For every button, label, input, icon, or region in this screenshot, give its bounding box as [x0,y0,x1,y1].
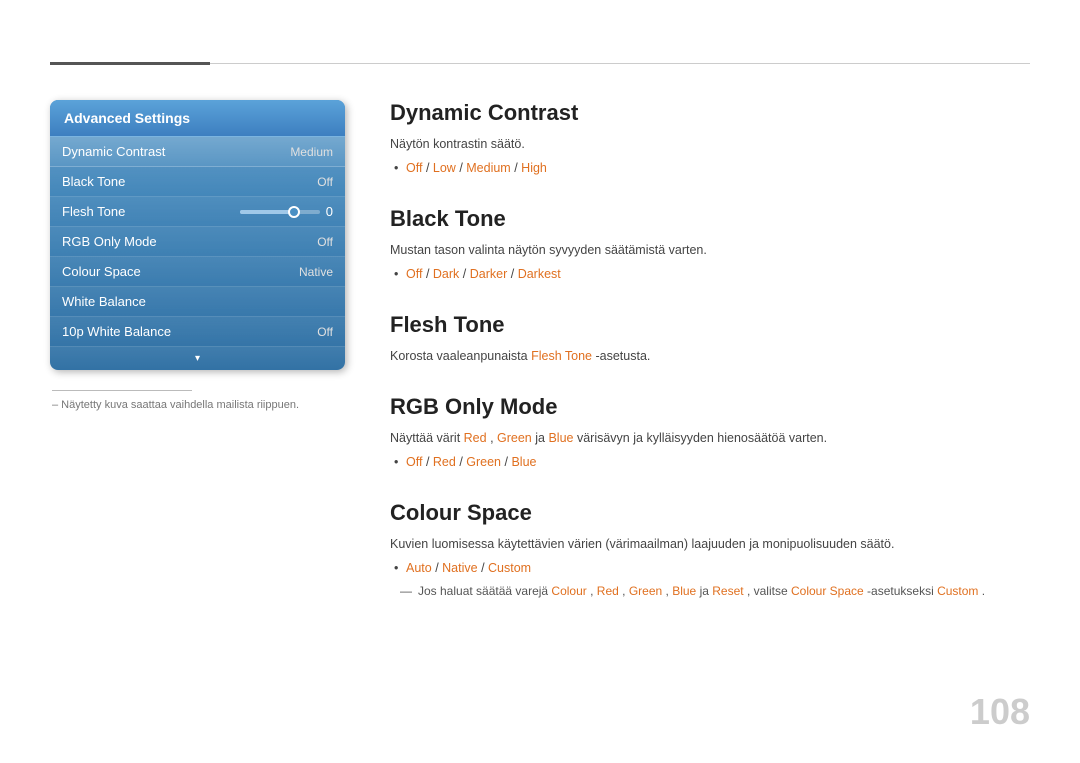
section-body-dynamic-contrast: Näytön kontrastin säätö. Off / Low / Med… [390,134,1030,178]
top-line-dark [50,62,210,65]
rgb-red-highlight: Red [464,431,487,445]
section-title-black-tone: Black Tone [390,206,1030,232]
settings-row-dynamic-contrast[interactable]: Dynamic Contrast Medium [50,137,345,167]
settings-row-white-balance[interactable]: White Balance [50,287,345,317]
cs-note-custom: Custom [937,584,978,598]
option-auto-cs: Auto [406,561,432,575]
rgb-green-highlight: Green [497,431,532,445]
option-off-dc: Off [406,161,422,175]
settings-scroll-down[interactable]: ▾ [50,347,345,370]
section-desc-colour-space: Kuvien luomisessa käytettävien värien (v… [390,534,1030,554]
flesh-tone-slider-area[interactable]: 0 [240,204,333,219]
option-blue-rgb: Blue [511,455,536,469]
option-red-rgb: Red [433,455,456,469]
section-rgb-only-mode: RGB Only Mode Näyttää värit Red , Green … [390,394,1030,472]
cs-note-colour-space: Colour Space [791,584,864,598]
section-desc-rgb-only-mode: Näyttää värit Red , Green ja Blue värisä… [390,428,1030,448]
settings-row-10p-white-balance[interactable]: 10p White Balance Off [50,317,345,347]
section-title-rgb-only-mode: RGB Only Mode [390,394,1030,420]
section-options-dynamic-contrast: Off / Low / Medium / High [390,158,1030,178]
settings-row-value-colour-space: Native [299,265,333,279]
settings-row-label-rgb-only-mode: RGB Only Mode [62,234,157,249]
advanced-settings-box: Advanced Settings Dynamic Contrast Mediu… [50,100,345,370]
panel-note: – Näytetty kuva saattaa vaihdella mailis… [50,390,345,411]
option-custom-cs: Custom [488,561,531,575]
section-desc-flesh-tone: Korosta vaaleanpunaista Flesh Tone -aset… [390,346,1030,366]
option-native-cs: Native [442,561,477,575]
section-options-black-tone: Off / Dark / Darker / Darkest [390,264,1030,284]
settings-row-label-black-tone: Black Tone [62,174,125,189]
settings-row-label-colour-space: Colour Space [62,264,141,279]
section-title-flesh-tone: Flesh Tone [390,312,1030,338]
top-line-light [210,63,1030,64]
panel-note-divider [52,390,192,391]
colour-space-indent-note: Jos haluat säätää varejä Colour , Red , … [390,582,1030,601]
settings-row-value-black-tone: Off [317,175,333,189]
settings-panel-title: Advanced Settings [50,100,345,137]
option-dark-bt: Dark [433,267,459,281]
section-options-rgb: Off / Red / Green / Blue [390,452,1030,472]
settings-row-black-tone[interactable]: Black Tone Off [50,167,345,197]
settings-row-label-white-balance: White Balance [62,294,146,309]
flesh-tone-slider-thumb [288,206,300,218]
section-flesh-tone: Flesh Tone Korosta vaaleanpunaista Flesh… [390,312,1030,366]
rgb-blue-highlight: Blue [548,431,573,445]
separator-dc-1: / [426,161,433,175]
option-green-rgb: Green [466,455,501,469]
cs-note-colour: Colour [551,584,586,598]
section-body-rgb-only-mode: Näyttää värit Red , Green ja Blue värisä… [390,428,1030,472]
settings-row-rgb-only-mode[interactable]: RGB Only Mode Off [50,227,345,257]
settings-row-value-flesh-tone: 0 [326,204,333,219]
option-darkest-bt: Darkest [518,267,561,281]
option-off-rgb: Off [406,455,422,469]
settings-row-value-rgb-only-mode: Off [317,235,333,249]
section-body-black-tone: Mustan tason valinta näytön syvyyden sää… [390,240,1030,284]
cs-note-reset: Reset [712,584,743,598]
settings-row-label-10p-white-balance: 10p White Balance [62,324,171,339]
settings-row-colour-space[interactable]: Colour Space Native [50,257,345,287]
settings-row-label-dynamic-contrast: Dynamic Contrast [62,144,165,159]
section-colour-space: Colour Space Kuvien luomisessa käytettäv… [390,500,1030,601]
section-options-colour-space: Auto / Native / Custom [390,558,1030,578]
chevron-down-icon: ▾ [195,353,200,364]
settings-row-label-flesh-tone: Flesh Tone [62,204,125,219]
settings-row-value-dynamic-contrast: Medium [290,145,333,159]
section-body-colour-space: Kuvien luomisessa käytettävien värien (v… [390,534,1030,601]
option-high-dc: High [521,161,547,175]
cs-note-blue: Blue [672,584,696,598]
section-desc-black-tone: Mustan tason valinta näytön syvyyden sää… [390,240,1030,260]
flesh-tone-slider[interactable] [240,210,320,214]
option-darker-bt: Darker [470,267,508,281]
section-black-tone: Black Tone Mustan tason valinta näytön s… [390,206,1030,284]
section-desc-dynamic-contrast: Näytön kontrastin säätö. [390,134,1030,154]
cs-note-green: Green [629,584,662,598]
cs-note-red: Red [597,584,619,598]
right-content-area: Dynamic Contrast Näytön kontrastin säätö… [390,100,1030,629]
settings-row-value-10p-white-balance: Off [317,325,333,339]
section-dynamic-contrast: Dynamic Contrast Näytön kontrastin säätö… [390,100,1030,178]
option-off-bt: Off [406,267,422,281]
top-decorative-lines [50,62,1030,65]
settings-row-flesh-tone[interactable]: Flesh Tone 0 [50,197,345,227]
left-panel: Advanced Settings Dynamic Contrast Mediu… [50,100,345,411]
option-low-dc: Low [433,161,456,175]
option-medium-dc: Medium [466,161,510,175]
section-title-colour-space: Colour Space [390,500,1030,526]
page-number: 108 [970,691,1030,733]
section-title-dynamic-contrast: Dynamic Contrast [390,100,1030,126]
section-body-flesh-tone: Korosta vaaleanpunaista Flesh Tone -aset… [390,346,1030,366]
flesh-tone-slider-fill [240,210,295,214]
panel-note-text: – Näytetty kuva saattaa vaihdella mailis… [52,399,345,411]
flesh-tone-highlight: Flesh Tone [531,349,592,363]
